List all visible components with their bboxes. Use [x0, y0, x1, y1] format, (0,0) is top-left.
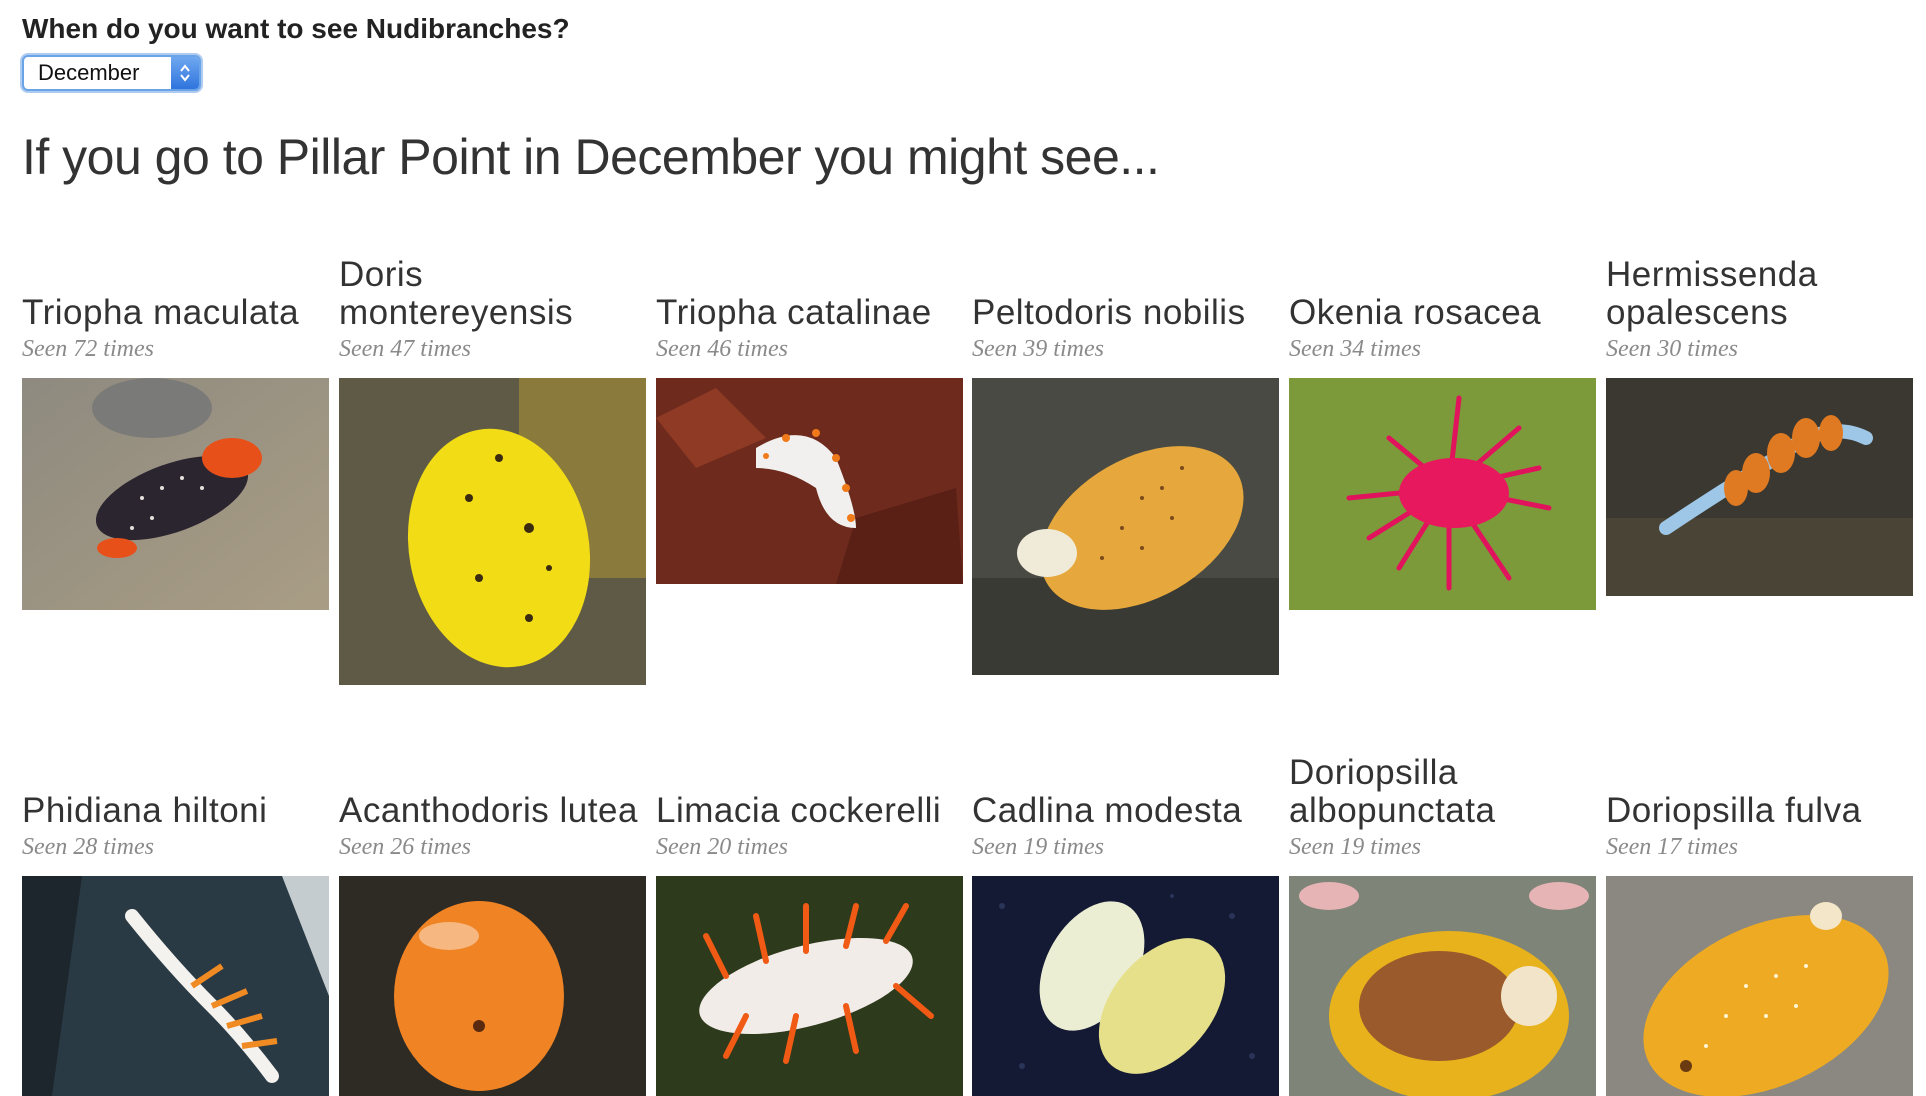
hermissenda-opalescens-photo[interactable] — [1606, 378, 1913, 596]
page-heading: If you go to Pillar Point in December yo… — [22, 129, 1160, 185]
species-name[interactable]: Cadlina modesta — [972, 792, 1242, 830]
species-name[interactable]: Hermissenda opalescens — [1606, 256, 1914, 332]
species-name[interactable]: Phidiana hiltoni — [22, 792, 267, 830]
month-select-value: December — [38, 60, 140, 85]
month-question: When do you want to see Nudibranches? — [22, 13, 570, 44]
peltodoris-nobilis-photo[interactable] — [972, 378, 1279, 675]
sighting-count: Seen 19 times — [1289, 834, 1421, 860]
phidiana-hiltoni-photo[interactable] — [22, 876, 329, 1096]
okenia-rosacea-photo[interactable] — [1289, 378, 1596, 610]
sighting-count: Seen 19 times — [972, 834, 1104, 860]
species-name[interactable]: Limacia cockerelli — [656, 792, 941, 830]
triopha-maculata-photo[interactable] — [22, 378, 329, 610]
cadlina-modesta-photo[interactable] — [972, 876, 1279, 1096]
species-name[interactable]: Acanthodoris lutea — [339, 792, 638, 830]
limacia-cockerelli-photo[interactable] — [656, 876, 963, 1096]
sighting-count: Seen 30 times — [1606, 336, 1738, 362]
triopha-catalinae-photo[interactable] — [656, 378, 963, 584]
doris-montereyensis-photo[interactable] — [339, 378, 646, 685]
sighting-count: Seen 28 times — [22, 834, 154, 860]
sighting-count: Seen 34 times — [1289, 336, 1421, 362]
acanthodoris-lutea-photo[interactable] — [339, 876, 646, 1096]
doriopsilla-albopunctata-photo[interactable] — [1289, 876, 1596, 1096]
doriopsilla-fulva-photo[interactable] — [1606, 876, 1913, 1096]
select-arrows-icon — [171, 57, 199, 89]
species-name[interactable]: Peltodoris nobilis — [972, 294, 1246, 332]
species-name[interactable]: Doriopsilla albopunctata — [1289, 754, 1597, 830]
species-name[interactable]: Doris montereyensis — [339, 256, 647, 332]
species-name[interactable]: Doriopsilla fulva — [1606, 792, 1862, 830]
sighting-count: Seen 39 times — [972, 336, 1104, 362]
sighting-count: Seen 46 times — [656, 336, 788, 362]
sighting-count: Seen 72 times — [22, 336, 154, 362]
species-name[interactable]: Triopha maculata — [22, 294, 299, 332]
month-select[interactable]: December — [22, 55, 201, 91]
species-name[interactable]: Okenia rosacea — [1289, 294, 1541, 332]
sighting-count: Seen 47 times — [339, 336, 471, 362]
sighting-count: Seen 20 times — [656, 834, 788, 860]
sighting-count: Seen 17 times — [1606, 834, 1738, 860]
species-name[interactable]: Triopha catalinae — [656, 294, 932, 332]
sighting-count: Seen 26 times — [339, 834, 471, 860]
